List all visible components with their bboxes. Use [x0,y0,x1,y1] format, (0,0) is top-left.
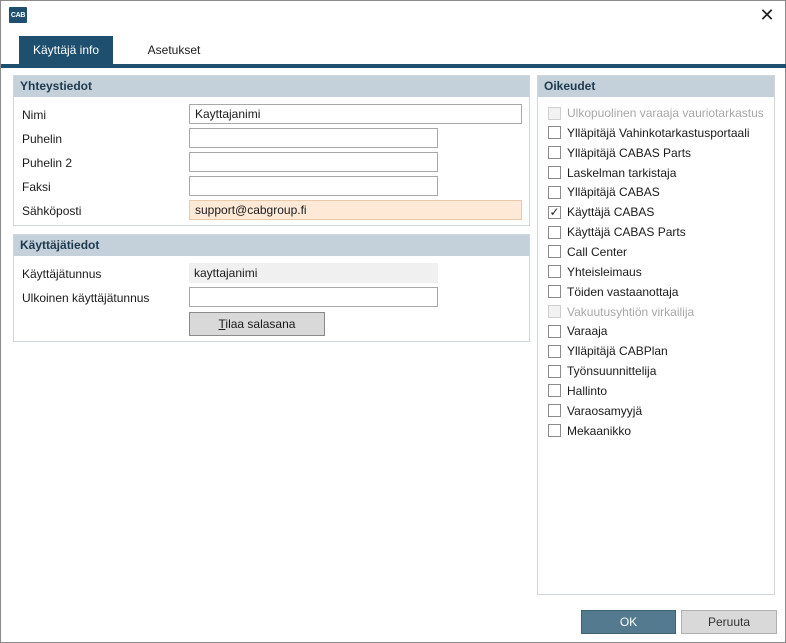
checkbox[interactable] [548,225,561,239]
username-label: Käyttäjätunnus [22,267,102,281]
cancel-button[interactable]: Peruuta [681,610,777,634]
checkbox[interactable] [548,424,561,438]
rights-item[interactable]: Ylläpitäjä CABPlan [548,342,668,360]
rights-item-label: Varaosamyyjä [567,403,643,418]
rights-item: Ulkopuolinen varaaja vauriotarkastus [548,104,764,122]
close-button[interactable]: ✕ [757,5,777,25]
rights-item[interactable]: Ylläpitäjä Vahinkotarkastusportaali [548,124,750,142]
checkbox[interactable] [548,126,561,140]
rights-panel-header: Oikeudet [538,76,774,97]
rights-item-label: Käyttäjä CABAS Parts [567,225,686,240]
checkbox [548,106,561,120]
fax-label: Faksi [22,180,51,194]
rights-item-label: Ylläpitäjä CABPlan [567,344,668,359]
checkbox[interactable] [548,185,561,199]
email-label: Sähköposti [22,204,82,218]
rights-item-label: Laskelman tarkistaja [567,165,677,180]
username-value: kayttajanimi [189,263,438,283]
rights-item-label: Töiden vastaanottaja [567,284,679,299]
rights-item-label: Hallinto [567,383,608,398]
rights-item[interactable]: Call Center [548,243,627,261]
checkbox[interactable] [548,245,561,259]
name-label: Nimi [22,108,46,122]
rights-item[interactable]: Käyttäjä CABAS Parts [548,223,686,241]
rights-item[interactable]: Mekaanikko [548,422,631,440]
contact-panel-header: Yhteystiedot [14,76,529,97]
checkbox[interactable] [548,344,561,358]
rights-item-label: Yhteisleimaus [567,264,642,279]
ok-button[interactable]: OK [581,610,676,634]
rights-item-label: Varaaja [567,324,608,339]
rights-item-label: Ylläpitäjä Vahinkotarkastusportaali [567,125,750,140]
checkbox-checked[interactable]: ✓ [548,205,561,219]
email-field[interactable] [189,200,522,220]
order-password-button[interactable]: Tilaa salasana [189,312,325,336]
checkbox[interactable] [548,364,561,378]
rights-item-label: Call Center [567,244,628,259]
rights-item[interactable]: Yhteisleimaus [548,263,642,281]
checkbox[interactable] [548,166,561,180]
rights-item: Vakuutusyhtiön virkailija [548,303,694,321]
phone-field[interactable] [189,128,438,148]
rights-item-label: Vakuutusyhtiön virkailija [567,304,695,319]
checkbox[interactable] [548,404,561,418]
fax-field[interactable] [189,176,438,196]
rights-item[interactable]: Töiden vastaanottaja [548,283,678,301]
rights-item-label: Ylläpitäjä CABAS [567,185,660,200]
app-logo-icon: CAB [9,7,27,23]
user-info-panel: Käyttäjätiedot Käyttäjätunnus kayttajani… [13,234,530,342]
checkbox[interactable] [548,265,561,279]
dialog-window: CAB ✕ Käyttäjä info Asetukset Yhteystied… [0,0,786,643]
rights-item-label: Ylläpitäjä CABAS Parts [567,145,692,160]
name-field[interactable] [189,104,522,124]
contact-panel: Yhteystiedot Nimi Puhelin Puhelin 2 Faks… [13,75,530,226]
rights-item-label: Mekaanikko [567,423,632,438]
rights-item[interactable]: Laskelman tarkistaja [548,164,676,182]
checkbox[interactable] [548,384,561,398]
rights-item-label: Työnsuunnittelija [567,364,657,379]
rights-item-label: Ulkopuolinen varaaja vauriotarkastus [567,106,764,120]
rights-item[interactable]: Ylläpitäjä CABAS [548,183,660,201]
rights-item[interactable]: Hallinto [548,382,607,400]
rights-item[interactable]: Varaaja [548,322,607,340]
checkbox[interactable] [548,285,561,299]
rights-item[interactable]: ✓ Käyttäjä CABAS [548,203,654,221]
external-username-field[interactable] [189,287,438,307]
user-info-panel-header: Käyttäjätiedot [14,235,529,256]
phone2-label: Puhelin 2 [22,156,73,170]
tab-underline [1,64,786,68]
checkbox [548,305,561,318]
rights-item-label: Käyttäjä CABAS [567,205,655,220]
external-username-label: Ulkoinen käyttäjätunnus [22,291,150,305]
rights-item[interactable]: Varaosamyyjä [548,402,642,420]
tab-user-info[interactable]: Käyttäjä info [19,36,113,64]
rights-item[interactable]: Työnsuunnittelija [548,362,656,380]
checkbox[interactable] [548,146,561,160]
rights-panel: Oikeudet Ulkopuolinen varaaja vauriotark… [537,75,775,595]
tab-settings[interactable]: Asetukset [133,36,215,64]
checkbox[interactable] [548,324,561,338]
phone2-field[interactable] [189,152,438,172]
phone-label: Puhelin [22,132,63,146]
order-password-label: ilaa salasana [225,317,296,331]
rights-item[interactable]: Ylläpitäjä CABAS Parts [548,144,691,162]
